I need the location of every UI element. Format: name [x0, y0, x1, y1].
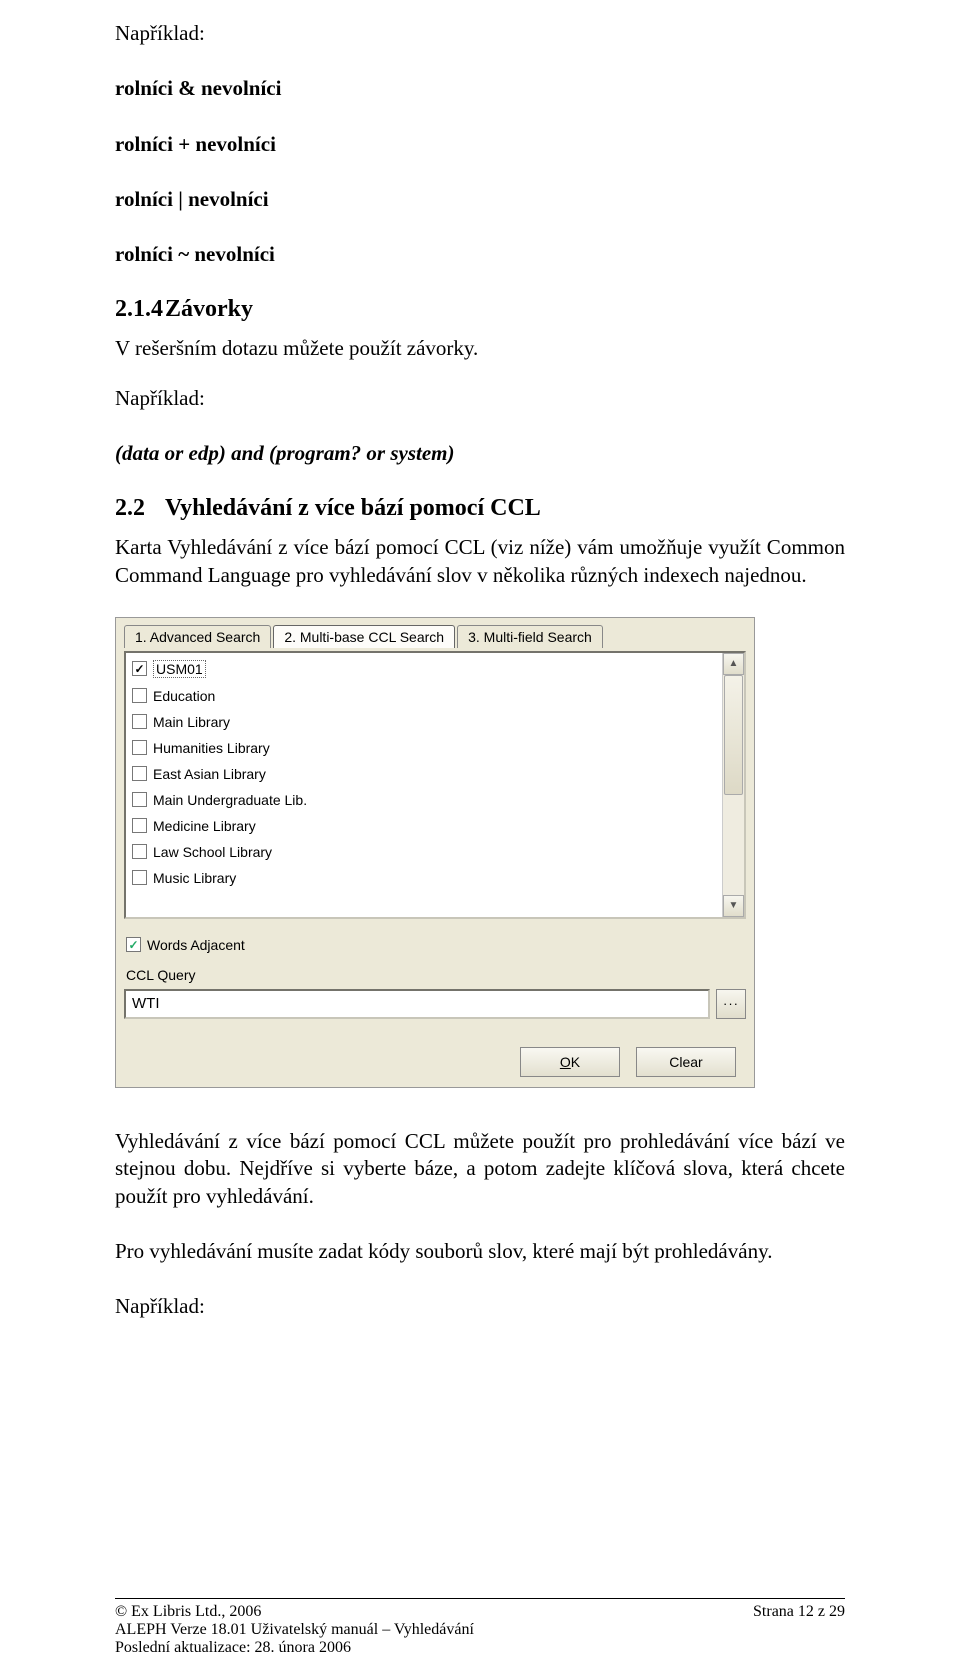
list-item-checkbox[interactable]: [132, 844, 147, 859]
list-item-label: USM01: [153, 660, 206, 678]
paragraph-ccl-intro: Karta Vyhledávání z více bází pomocí CCL…: [115, 534, 845, 589]
list-item[interactable]: Medicine Library: [130, 813, 716, 839]
query-example-4: rolníci ~ nevolníci: [115, 241, 845, 268]
multibase-ccl-dialog: 1. Advanced Search 2. Multi-base CCL Sea…: [115, 617, 755, 1088]
list-item-label: Main Library: [153, 714, 230, 730]
list-item[interactable]: East Asian Library: [130, 761, 716, 787]
footer-page-number: Strana 12 z 29: [753, 1603, 845, 1621]
example-label-2: Například:: [115, 385, 845, 412]
heading-number-2: 2.2: [115, 495, 165, 522]
ok-button[interactable]: OK: [520, 1047, 620, 1077]
heading-text: Závorky: [165, 296, 253, 322]
tab-multifield-search[interactable]: 3. Multi-field Search: [457, 625, 603, 648]
list-item-checkbox[interactable]: [132, 870, 147, 885]
list-item-checkbox[interactable]: [132, 766, 147, 781]
paragraph-brackets: V rešeršním dotazu můžete použít závorky…: [115, 335, 845, 362]
list-item-checkbox[interactable]: [132, 818, 147, 833]
scroll-thumb[interactable]: [724, 675, 743, 795]
scroll-down-button[interactable]: ▼: [723, 895, 744, 917]
heading-text-2: Vyhledávání z více bází pomocí CCL: [165, 495, 541, 521]
list-item[interactable]: Education: [130, 683, 716, 709]
footer-manual-title: ALEPH Verze 18.01 Uživatelský manuál – V…: [115, 1621, 845, 1639]
paragraph-ccl-codes: Pro vyhledávání musíte zadat kódy soubor…: [115, 1238, 845, 1265]
list-item-label: Humanities Library: [153, 740, 270, 756]
tab-multibase-ccl[interactable]: 2. Multi-base CCL Search: [273, 625, 455, 648]
list-item-checkbox[interactable]: [132, 688, 147, 703]
paragraph-ccl-usage: Vyhledávání z více bází pomocí CCL můžet…: [115, 1128, 845, 1210]
list-item-label: Music Library: [153, 870, 236, 886]
query-example-2: rolníci + nevolníci: [115, 131, 845, 158]
heading-brackets: 2.1.4Závorky: [115, 296, 845, 323]
words-adjacent-checkbox[interactable]: [126, 937, 141, 952]
heading-ccl: 2.2Vyhledávání z více bází pomocí CCL: [115, 495, 845, 522]
page-footer: © Ex Libris Ltd., 2006 Strana 12 z 29 AL…: [115, 1598, 845, 1657]
clear-button[interactable]: Clear: [636, 1047, 736, 1077]
query-example-3: rolníci | nevolníci: [115, 186, 845, 213]
tab-advanced-search[interactable]: 1. Advanced Search: [124, 625, 271, 648]
list-item-label: Medicine Library: [153, 818, 256, 834]
heading-number: 2.1.4: [115, 296, 165, 323]
list-item[interactable]: Law School Library: [130, 839, 716, 865]
scroll-track[interactable]: [723, 675, 744, 895]
list-item-checkbox[interactable]: [132, 661, 147, 676]
scroll-up-button[interactable]: ▲: [723, 653, 744, 675]
list-item-label: East Asian Library: [153, 766, 266, 782]
query-example-brackets: (data or edp) and (program? or system): [115, 440, 845, 467]
query-example-1: rolníci & nevolníci: [115, 75, 845, 102]
list-item[interactable]: Main Library: [130, 709, 716, 735]
list-item[interactable]: Main Undergraduate Lib.: [130, 787, 716, 813]
ccl-query-input[interactable]: [124, 989, 710, 1019]
tab-strip: 1. Advanced Search 2. Multi-base CCL Sea…: [124, 624, 746, 647]
ok-rest: K: [571, 1054, 580, 1070]
list-item-checkbox[interactable]: [132, 714, 147, 729]
list-item[interactable]: USM01: [130, 655, 716, 683]
list-item-label: Education: [153, 688, 215, 704]
ok-accel: O: [560, 1054, 571, 1070]
list-item-label: Main Undergraduate Lib.: [153, 792, 307, 808]
list-item-checkbox[interactable]: [132, 792, 147, 807]
base-listbox[interactable]: USM01 Education Main Library Humanities Lib…: [124, 651, 746, 919]
words-adjacent-row: Words Adjacent: [124, 937, 746, 953]
footer-copyright: © Ex Libris Ltd., 2006: [115, 1603, 261, 1621]
ccl-browse-button[interactable]: ···: [716, 989, 746, 1019]
footer-last-update: Poslední aktualizace: 28. února 2006: [115, 1639, 845, 1657]
example-label-3: Například:: [115, 1293, 845, 1320]
list-item[interactable]: Humanities Library: [130, 735, 716, 761]
list-item[interactable]: Music Library: [130, 865, 716, 891]
example-label: Například:: [115, 20, 845, 47]
listbox-scrollbar[interactable]: ▲ ▼: [722, 653, 744, 917]
list-item-label: Law School Library: [153, 844, 272, 860]
list-item-checkbox[interactable]: [132, 740, 147, 755]
words-adjacent-label: Words Adjacent: [147, 937, 245, 953]
ccl-query-label: CCL Query: [126, 967, 746, 983]
